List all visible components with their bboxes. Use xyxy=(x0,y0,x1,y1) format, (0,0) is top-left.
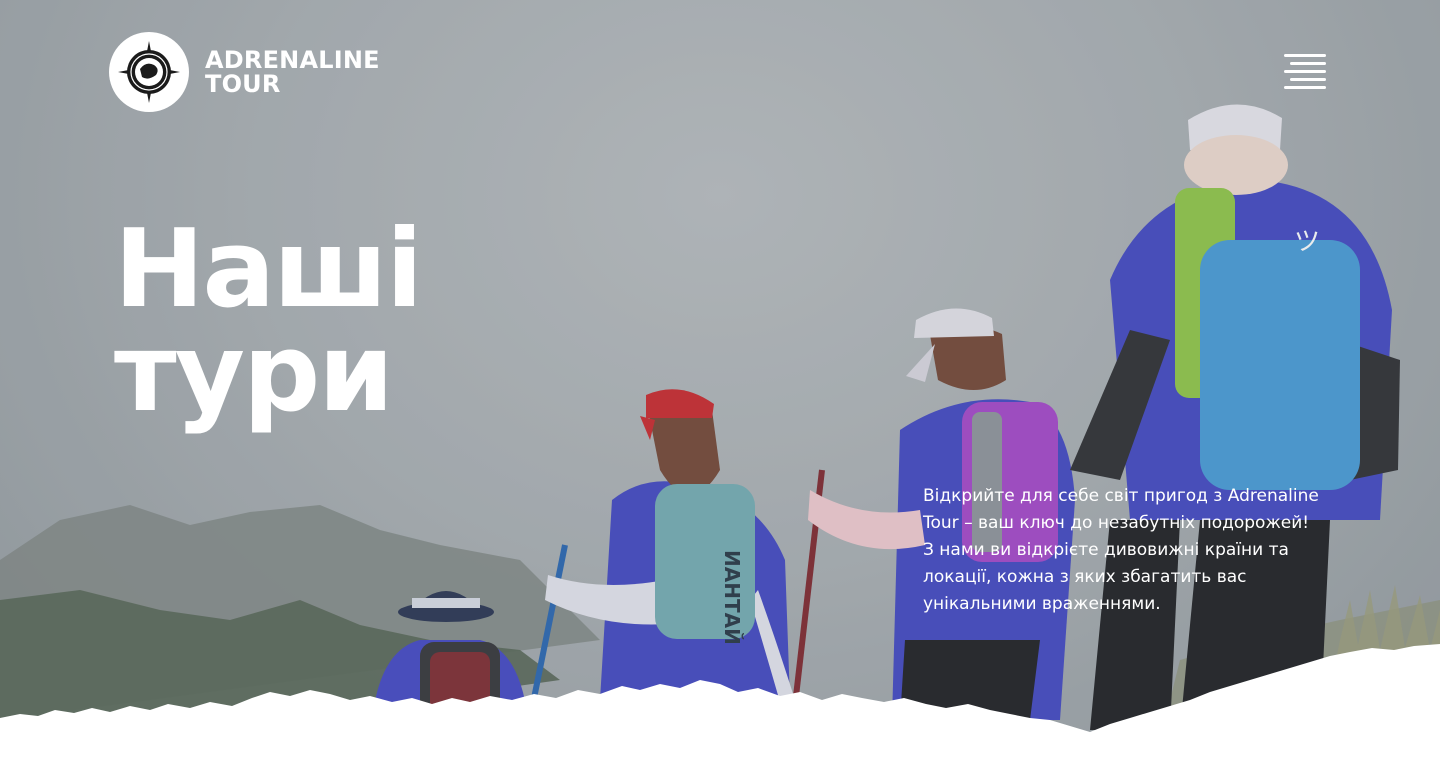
page-title: Наші тури xyxy=(114,207,423,436)
hero-section: ИАНТАЙ ツ ADRENALINE TOUR Наші тури Відкр… xyxy=(0,0,1440,780)
hamburger-menu-icon[interactable] xyxy=(1284,54,1328,90)
brand-name-line2: TOUR xyxy=(205,70,281,98)
hero-intro-text: Відкрийте для себе світ пригод з Adrenal… xyxy=(923,486,1319,614)
brand-logo[interactable]: ADRENALINE TOUR xyxy=(109,32,380,112)
page-title-line1: Наші xyxy=(114,207,423,332)
torn-paper-edge xyxy=(0,644,1440,780)
page-title-line2: тури xyxy=(114,311,394,436)
brand-name-line1: ADRENALINE xyxy=(205,46,380,74)
globe-compass-icon xyxy=(109,32,189,112)
brand-name: ADRENALINE TOUR xyxy=(205,48,380,96)
